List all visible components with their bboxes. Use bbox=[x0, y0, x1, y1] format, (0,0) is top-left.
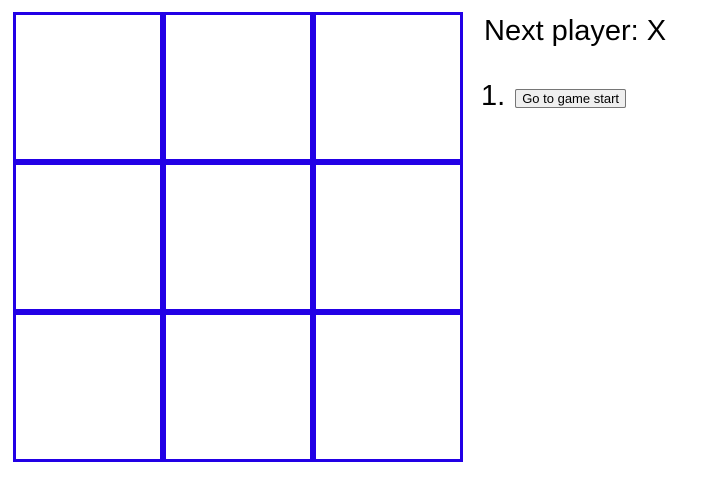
board-square-8[interactable] bbox=[163, 312, 313, 462]
board-square-4[interactable] bbox=[13, 162, 163, 312]
game-board bbox=[13, 12, 464, 463]
board-square-3[interactable] bbox=[313, 12, 463, 162]
go-to-game-start-button[interactable]: Go to game start bbox=[515, 89, 627, 108]
board-square-1[interactable] bbox=[13, 12, 163, 162]
game-status: Next player: X bbox=[484, 15, 667, 47]
move-number: 1. bbox=[481, 80, 506, 112]
move-history-item: 1. Go to game start bbox=[481, 80, 627, 112]
move-history-list: 1. Go to game start bbox=[481, 80, 627, 112]
board-square-7[interactable] bbox=[13, 312, 163, 462]
board-square-6[interactable] bbox=[313, 162, 463, 312]
board-square-9[interactable] bbox=[313, 312, 463, 462]
board-square-5[interactable] bbox=[163, 162, 313, 312]
board-square-2[interactable] bbox=[163, 12, 313, 162]
